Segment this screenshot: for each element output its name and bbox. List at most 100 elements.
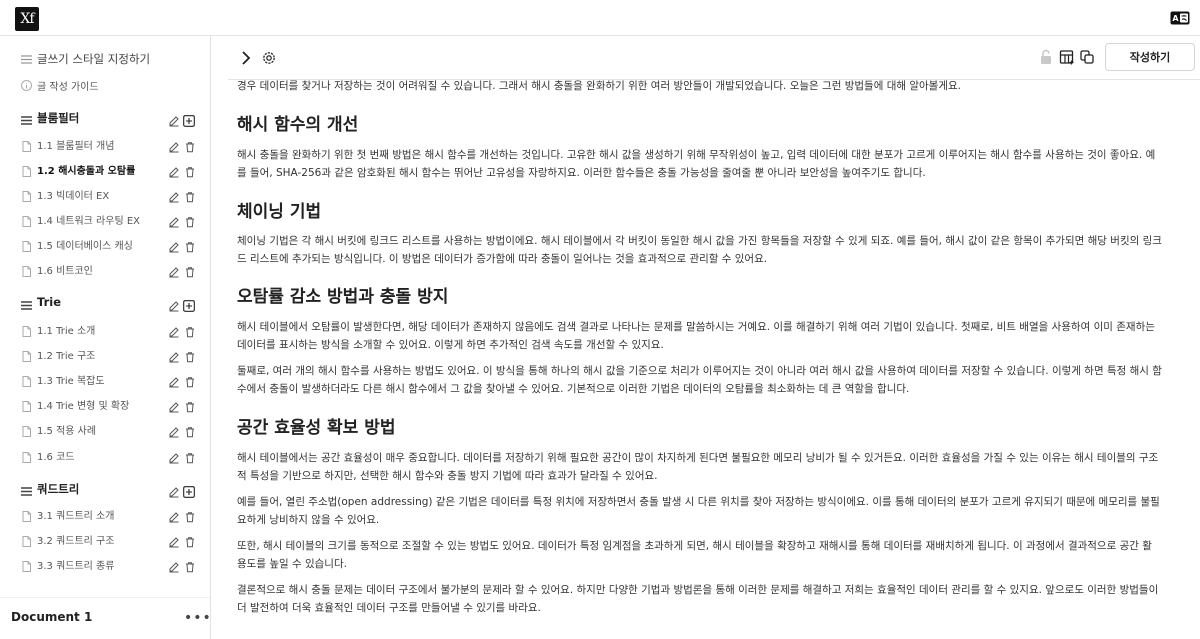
edit-icon[interactable] [168, 213, 180, 228]
paragraph-line: 해시 테이블에서는 공간 효율성이 매우 중요합니다. 데이터를 저장하기 위해… [237, 452, 1159, 464]
trash-icon[interactable] [184, 138, 196, 153]
trash-icon[interactable] [184, 263, 196, 278]
document-icon [20, 398, 33, 412]
document-icon [20, 188, 33, 202]
trash-icon[interactable] [184, 373, 196, 388]
trash-icon[interactable] [184, 533, 196, 548]
sidebar-item[interactable]: 1.1 Trie 소개 [0, 318, 211, 342]
edit-icon[interactable] [168, 263, 180, 278]
document-icon [20, 163, 33, 177]
add-page-icon[interactable] [183, 483, 195, 498]
gear-icon[interactable] [261, 50, 277, 66]
trash-icon[interactable] [184, 213, 196, 228]
paragraph: 해시 충돌을 완화하기 위한 첫 번째 방법은 해시 함수를 개선하는 것입니다… [237, 147, 1194, 182]
sidebar-item[interactable]: 1.5 적용 사례 [0, 418, 211, 442]
trash-icon[interactable] [184, 348, 196, 363]
app-logo[interactable]: Xf [15, 7, 39, 31]
document-icon [20, 238, 33, 252]
paragraph-line: 체이닝 기법은 각 해시 버킷에 링크드 리스트를 사용하는 방법이에요. 해시… [237, 235, 1162, 247]
sidebar-group-header[interactable]: 블룸필터 [0, 107, 211, 131]
paragraph: 예를 들어, 열린 주소법(open addressing) 같은 기법은 데이… [237, 494, 1194, 529]
edit-icon[interactable] [168, 238, 180, 253]
table-icon[interactable] [1059, 49, 1075, 65]
sidebar-item[interactable]: 3.1 쿼드트리 소개 [0, 503, 211, 527]
document-icon [20, 323, 33, 337]
sidebar-item-label: 1.2 해시충돌과 오탐률 [37, 166, 136, 177]
paragraph: 둘째로, 여러 개의 해시 함수를 사용하는 방법도 있어요. 이 방식을 통해… [237, 363, 1194, 398]
edit-icon[interactable] [168, 323, 180, 338]
edit-icon[interactable] [168, 297, 180, 312]
paragraph-line: 적 특성을 기반으로 하지만, 선택한 해시 함수와 충돌 방지 기법에 따라 … [237, 469, 658, 482]
top-bar: Xf A [0, 0, 1200, 36]
paragraph: 경우 데이터를 찾거나 저장하는 것이 어려워질 수 있습니다. 그래서 해시 … [237, 80, 961, 92]
edit-icon[interactable] [168, 348, 180, 363]
document-content[interactable]: 경우 데이터를 찾거나 저장하는 것이 어려워질 수 있습니다. 그래서 해시 … [228, 80, 1200, 639]
lock-icon[interactable] [1038, 49, 1054, 65]
more-options-icon[interactable]: ••• [184, 610, 212, 626]
sidebar-item[interactable]: 1.6 비트코인 [0, 258, 211, 282]
sidebar-item-label: 글 작성 가이드 [37, 82, 99, 93]
edit-icon[interactable] [168, 112, 180, 127]
sidebar-item-label: 3.3 쿼드트리 종류 [37, 561, 115, 572]
edit-icon[interactable] [168, 373, 180, 388]
edit-icon[interactable] [168, 398, 180, 413]
sidebar-item[interactable]: 1.3 Trie 복잡도 [0, 368, 211, 392]
edit-icon[interactable] [168, 449, 180, 464]
sidebar-item[interactable]: 1.3 빅데이터 EX [0, 183, 211, 207]
trash-icon[interactable] [184, 238, 196, 253]
sidebar-item-guide[interactable]: 글 작성 가이드 [0, 74, 211, 98]
edit-icon[interactable] [168, 423, 180, 438]
translate-icon[interactable]: A [1170, 11, 1190, 25]
chevron-right-icon[interactable] [238, 50, 254, 66]
trash-icon[interactable] [184, 323, 196, 338]
paragraph: 해시 테이블에서는 공간 효율성이 매우 중요합니다. 데이터를 저장하기 위해… [237, 450, 1194, 485]
sidebar-item[interactable]: 1.2 Trie 구조 [0, 343, 211, 367]
trash-icon[interactable] [184, 558, 196, 573]
trash-icon[interactable] [184, 188, 196, 203]
add-page-icon[interactable] [183, 112, 195, 127]
paragraph-line: 수에서 충돌이 발생하더라도 다른 해시 함수에서 그 값을 찾아낼 수 있어요… [237, 382, 910, 395]
trash-icon[interactable] [184, 423, 196, 438]
trash-icon[interactable] [184, 398, 196, 413]
svg-text:A: A [1172, 14, 1179, 23]
paragraph-line: 해시 충돌을 완화하기 위한 첫 번째 방법은 해시 함수를 개선하는 것입니다… [237, 149, 1156, 161]
trash-icon[interactable] [184, 449, 196, 464]
sidebar-item[interactable]: 1.6 코드 [0, 444, 211, 468]
paragraph-line: 드 리스트에 추가되는 방식입니다. 이 방법은 데이터가 증가함에 따라 충돌… [237, 252, 768, 265]
document-name[interactable]: Document 1 [11, 610, 92, 624]
sidebar-group-header[interactable]: 쿼드트리 [0, 478, 211, 502]
list-menu-icon [20, 483, 33, 496]
document-icon [20, 348, 33, 362]
document-icon [20, 508, 33, 522]
sidebar-item[interactable]: 1.4 네트워크 라우팅 EX [0, 208, 211, 232]
sidebar-item-style[interactable]: 글쓰기 스타일 지정하기 [0, 48, 211, 72]
sidebar-item[interactable]: 1.2 해시충돌과 오탐률 [0, 158, 211, 182]
edit-icon[interactable] [168, 533, 180, 548]
sidebar-item-label: 1.6 코드 [37, 452, 75, 463]
sidebar-item[interactable]: 3.3 쿼드트리 종류 [0, 553, 211, 577]
edit-icon[interactable] [168, 483, 180, 498]
sidebar-item-label: 1.6 비트코인 [37, 266, 93, 277]
editor-toolbar: 작성하기 [228, 36, 1200, 80]
document-icon [20, 423, 33, 437]
copy-icon[interactable] [1079, 49, 1095, 65]
sidebar-item[interactable]: 1.5 데이터베이스 캐싱 [0, 233, 211, 257]
paragraph-line: 데이터를 표시하는 방식을 소개할 수 있어요. 이렇게 하면 추가적인 검색 … [237, 338, 664, 351]
sidebar-item[interactable]: 1.4 Trie 변형 및 확장 [0, 393, 211, 417]
edit-icon[interactable] [168, 163, 180, 178]
edit-icon[interactable] [168, 558, 180, 573]
sidebar-item-label: 1.4 Trie 변형 및 확장 [37, 401, 130, 412]
edit-icon[interactable] [168, 508, 180, 523]
trash-icon[interactable] [184, 508, 196, 523]
document-icon [20, 558, 33, 572]
edit-icon[interactable] [168, 188, 180, 203]
sidebar-item-label: 1.1 Trie 소개 [37, 326, 96, 337]
sidebar-item[interactable]: 1.1 블룸필터 개념 [0, 133, 211, 157]
edit-icon[interactable] [168, 138, 180, 153]
document-icon [20, 533, 33, 547]
sidebar-group-header[interactable]: Trie [0, 292, 211, 316]
trash-icon[interactable] [184, 163, 196, 178]
publish-button[interactable]: 작성하기 [1105, 43, 1195, 71]
sidebar-item[interactable]: 3.2 쿼드트리 구조 [0, 528, 211, 552]
add-page-icon[interactable] [183, 297, 195, 312]
